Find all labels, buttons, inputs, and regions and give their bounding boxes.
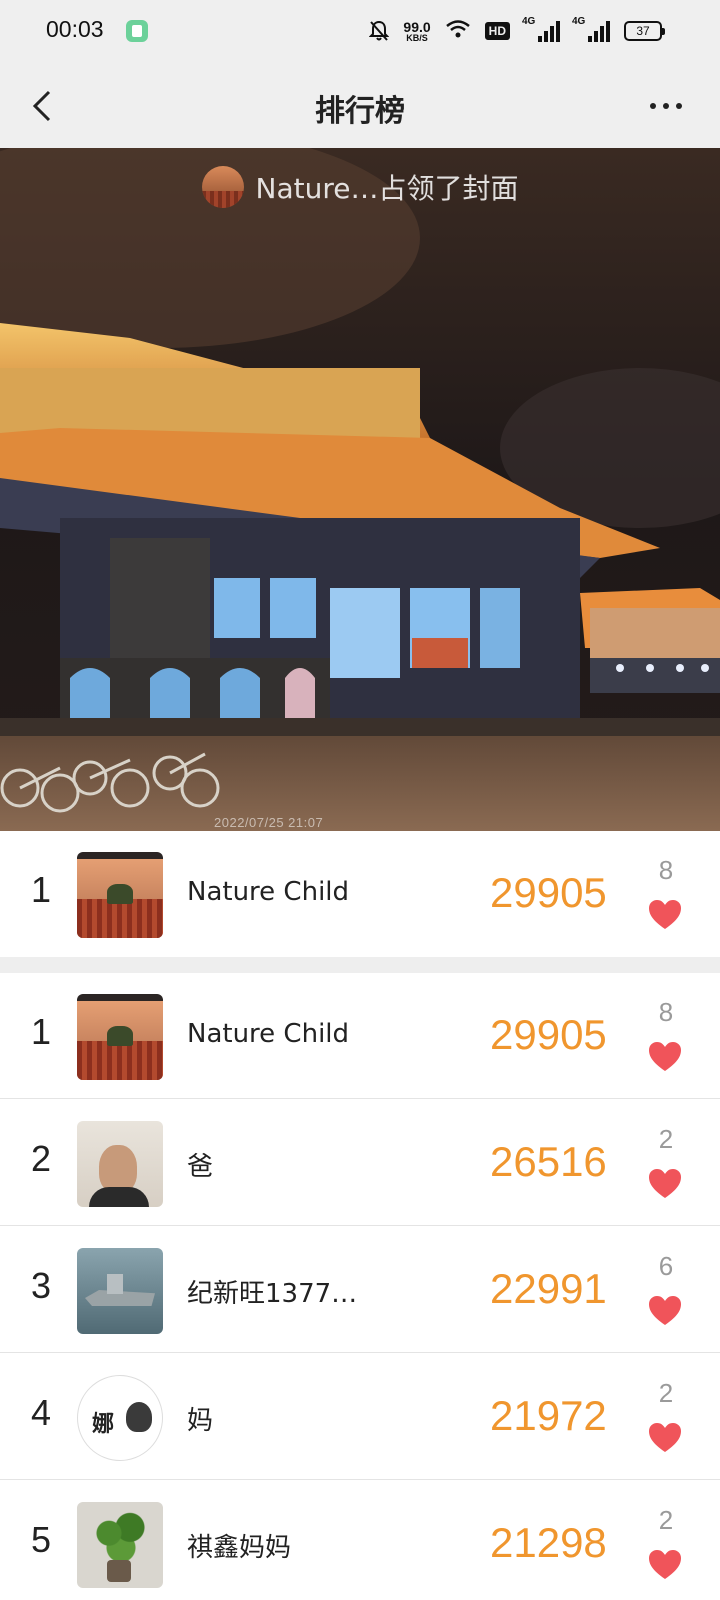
like-count: 2 (658, 1505, 674, 1535)
step-count: 26516 (490, 1138, 607, 1185)
user-name: 妈 (187, 1406, 214, 1436)
heart-icon[interactable] (648, 1549, 682, 1581)
photo-timestamp: 2022/07/25 21:07 (214, 815, 324, 830)
avatar[interactable] (77, 1121, 163, 1207)
rank-number: 3 (30, 1265, 52, 1306)
net-speed-unit: KB/S (406, 32, 428, 43)
step-count: 22991 (490, 1265, 607, 1312)
divider (0, 1225, 720, 1226)
status-bar: 00:03 99.0 KB/S HD 4G 4G 37 (0, 0, 720, 64)
divider (0, 1352, 720, 1353)
list-item[interactable]: 4 妈 21972 2 (0, 1354, 720, 1480)
heart-icon[interactable] (648, 1295, 682, 1327)
cover-image[interactable]: Nature…占领了封面 2022/07/25 21:07 (0, 148, 720, 831)
rank-number: 5 (30, 1519, 52, 1560)
list-item[interactable]: 5 祺鑫妈妈 21298 2 (0, 1481, 720, 1600)
user-name: 纪新旺1377… (187, 1279, 358, 1309)
rank-number: 2 (30, 1138, 52, 1179)
avatar (201, 166, 244, 208)
more-button[interactable] (642, 86, 690, 126)
like-count: 2 (658, 1124, 674, 1154)
list-item[interactable]: 1 Nature Child 29905 8 (0, 973, 720, 1099)
app-notification-icon (126, 20, 148, 42)
cover-photo (0, 148, 720, 831)
step-count: 29905 (490, 869, 607, 916)
list-item[interactable]: 3 纪新旺1377… 22991 6 (0, 1227, 720, 1353)
step-count: 21298 (490, 1519, 607, 1566)
status-icons: 99.0 KB/S HD 4G 4G 37 (368, 16, 665, 46)
avatar[interactable] (77, 1375, 163, 1461)
user-name: Nature Child (187, 1019, 350, 1049)
nav-bar: 排行榜 (0, 64, 720, 148)
heart-icon[interactable] (648, 1422, 682, 1454)
hd-icon: HD (484, 22, 510, 40)
signal-icon: 4G (572, 16, 610, 42)
my-rank-row[interactable]: 1 Nature Child 29905 8 (0, 831, 720, 957)
page-title: 排行榜 (315, 94, 405, 129)
battery-icon: 37 (624, 21, 665, 41)
wifi-icon (445, 19, 471, 43)
cover-caption: Nature…占领了封面 (0, 166, 720, 208)
avatar[interactable] (77, 1248, 163, 1334)
user-name: 祺鑫妈妈 (187, 1533, 292, 1563)
divider (0, 1098, 720, 1099)
net-speed-value: 99.0 (403, 18, 431, 35)
step-count: 29905 (490, 1011, 607, 1058)
user-name: Nature Child (187, 877, 350, 907)
signal-label: 4G (572, 16, 586, 27)
signal-icon: 4G (522, 16, 560, 42)
net-speed: 99.0 KB/S (403, 20, 430, 43)
like-count: 8 (658, 997, 674, 1027)
rank-number: 1 (30, 869, 52, 910)
signal-label: 4G (522, 16, 536, 27)
avatar[interactable] (77, 852, 163, 938)
rank-number: 4 (30, 1392, 52, 1433)
heart-icon[interactable] (648, 899, 682, 931)
like-count: 8 (658, 855, 674, 885)
avatar[interactable] (77, 1502, 163, 1588)
status-time: 00:03 (46, 16, 104, 42)
step-count: 21972 (490, 1392, 607, 1439)
heart-icon[interactable] (648, 1168, 682, 1200)
rank-number: 1 (30, 1011, 52, 1052)
bell-muted-icon (368, 20, 390, 42)
divider (0, 1479, 720, 1480)
list-item[interactable]: 2 爸 26516 2 (0, 1100, 720, 1226)
like-count: 6 (658, 1251, 674, 1281)
section-divider (0, 957, 720, 973)
user-name: 爸 (187, 1152, 214, 1182)
like-count: 2 (658, 1378, 674, 1408)
avatar[interactable] (77, 994, 163, 1080)
cover-caption-text: Nature…占领了封面 (255, 172, 519, 205)
more-dots-icon (650, 103, 656, 109)
heart-icon[interactable] (648, 1041, 682, 1073)
